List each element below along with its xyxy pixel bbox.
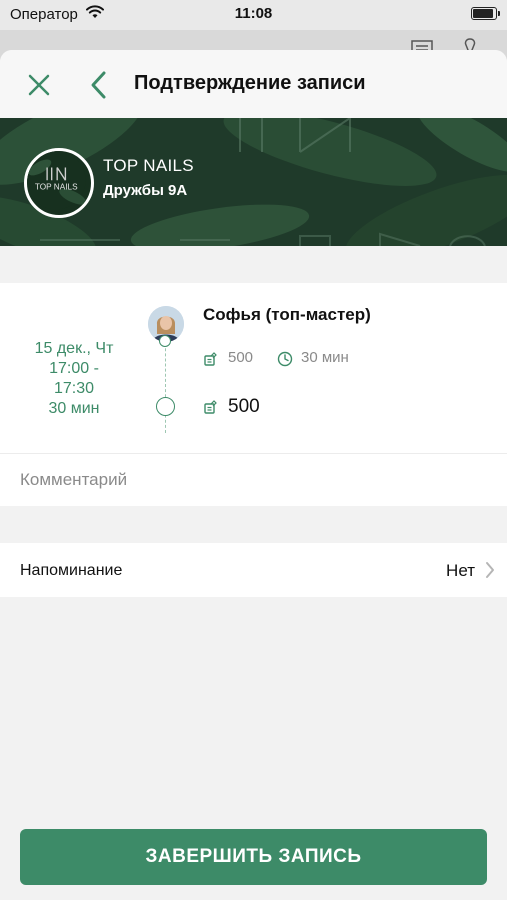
service-duration: 30 мин bbox=[301, 349, 349, 366]
timeline-node bbox=[159, 335, 171, 347]
reminder-row[interactable]: Напоминание Нет bbox=[0, 543, 507, 597]
close-icon[interactable] bbox=[24, 70, 54, 100]
status-bar: Оператор 11:08 bbox=[0, 0, 507, 30]
complete-booking-button[interactable]: ЗАВЕРШИТЬ ЗАПИСЬ bbox=[20, 829, 487, 885]
clock-icon bbox=[277, 351, 293, 367]
appointment-datetime: 15 дек., Чт 17:00 - 17:30 30 мин bbox=[14, 339, 134, 419]
booking-confirmation-sheet: Подтверждение записи TOP NAILS TOP NAILS… bbox=[0, 50, 507, 900]
total-price-icon bbox=[204, 400, 217, 414]
appointment-time-range: 17:00 - 17:30 bbox=[49, 360, 99, 397]
section-spacer bbox=[0, 506, 507, 543]
comment-input[interactable] bbox=[20, 454, 490, 506]
nav-bar: Подтверждение записи bbox=[0, 50, 507, 118]
salon-logo: TOP NAILS bbox=[24, 148, 94, 218]
back-icon[interactable] bbox=[84, 68, 114, 102]
salon-address: Дружбы 9А bbox=[103, 182, 188, 199]
service-price: 500 bbox=[228, 349, 254, 366]
chevron-right-icon bbox=[486, 562, 494, 578]
appointment-duration: 30 мин bbox=[48, 400, 100, 417]
master-name: Софья (топ-мастер) bbox=[203, 305, 371, 324]
timeline-line bbox=[165, 338, 166, 433]
appointment-card: 15 дек., Чт 17:00 - 17:30 30 мин Софья (… bbox=[0, 283, 507, 454]
reminder-label: Напоминание bbox=[20, 562, 123, 579]
price-icon bbox=[204, 352, 217, 366]
salon-name: TOP NAILS bbox=[103, 156, 194, 175]
clock-time: 11:08 bbox=[234, 5, 273, 22]
appointment-date: 15 дек., Чт bbox=[34, 340, 114, 357]
battery-icon bbox=[471, 7, 500, 20]
salon-logo-graphic: TOP NAILS bbox=[27, 151, 87, 210]
section-spacer bbox=[0, 246, 507, 283]
page-title: Подтверждение записи bbox=[134, 72, 366, 94]
salon-logo-text: TOP NAILS bbox=[35, 182, 78, 191]
total-price: 500 bbox=[228, 396, 260, 417]
comment-row bbox=[0, 454, 507, 506]
timeline-node-total bbox=[156, 397, 175, 416]
salon-header: TOP NAILS TOP NAILS Дружбы 9А bbox=[0, 118, 507, 246]
reminder-value: Нет bbox=[446, 561, 475, 580]
